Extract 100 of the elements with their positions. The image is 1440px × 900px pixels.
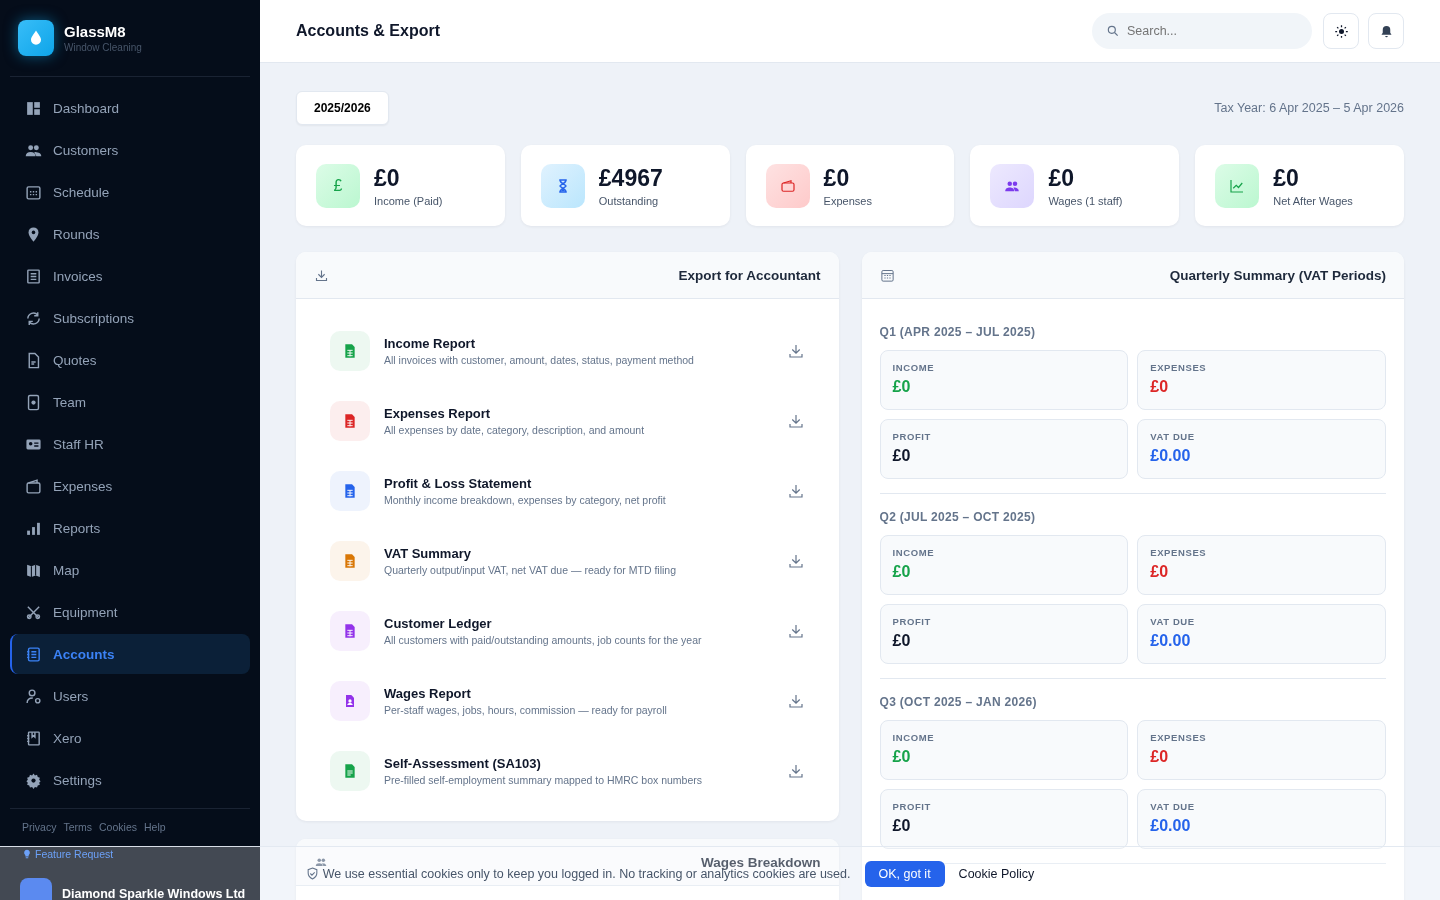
sidebar-item[interactable]: Schedule (10, 172, 250, 212)
tile-value: £0 (892, 563, 912, 581)
tile-value: £0 (1150, 378, 1170, 396)
sidebar-item[interactable]: Dashboard (10, 88, 250, 128)
tile-value: £0 (892, 378, 912, 396)
search-field[interactable]: Search... (1092, 13, 1312, 49)
wallet-icon (25, 477, 42, 495)
download-icon (786, 622, 805, 640)
quarter-label: Q1 (APR 2025 – JUL 2025) (879, 325, 1037, 339)
stat-label: Expenses (823, 194, 872, 207)
download-icon (786, 692, 805, 710)
search-icon (1106, 24, 1120, 38)
sidebar-item[interactable]: Subscriptions (10, 298, 250, 338)
sidebar-item[interactable]: Staff HR (10, 424, 250, 464)
tax-year-button[interactable]: 2025/2026 (296, 91, 389, 125)
download-button[interactable] (786, 622, 805, 640)
sun-icon (1333, 23, 1349, 39)
sidebar-item[interactable]: Customers (10, 130, 250, 170)
sidebar-item[interactable]: Invoices (10, 256, 250, 296)
report-title: Profit & Loss Statement (384, 476, 533, 491)
quarter-label: Q3 (OCT 2025 – JAN 2026) (879, 695, 1038, 709)
page-title: Accounts & Export (296, 22, 441, 40)
pound-icon: £ (333, 176, 343, 195)
sidebar-item[interactable]: Expenses (10, 466, 250, 506)
report-title: Customer Ledger (384, 616, 493, 631)
droplet-logo-icon (18, 20, 54, 56)
tile-label: PROFIT (892, 431, 932, 442)
cookie-policy-link[interactable]: Cookie Policy (958, 866, 1035, 881)
feature-request-link[interactable]: Feature Request (10, 833, 250, 860)
sidebar-item[interactable]: Team (10, 382, 250, 422)
app-tagline: Window Cleaning (64, 42, 142, 53)
tile-value: £0 (1150, 748, 1170, 766)
tile-label: PROFIT (892, 616, 932, 627)
tile-value: £0.00 (1150, 817, 1192, 835)
download-icon (786, 762, 805, 780)
tile-label: INCOME (892, 362, 936, 373)
sidebar-item[interactable]: Map (10, 550, 250, 590)
footer-link[interactable]: Cookies (99, 821, 137, 833)
stat-value: £0 (1048, 164, 1075, 192)
accept-cookies-button[interactable]: OK, got it (864, 860, 945, 887)
report-title: Self-Assessment (SA103) (384, 756, 542, 771)
sidebar-item[interactable]: Quotes (10, 340, 250, 380)
tile-value: £0 (1150, 563, 1170, 581)
settings-icon (25, 771, 42, 789)
report-title: Wages Report (384, 686, 472, 701)
download-button[interactable] (786, 342, 805, 360)
footer-link[interactable]: Terms (63, 821, 93, 833)
report-title: Expenses Report (384, 406, 492, 421)
tile-label: VAT DUE (1150, 616, 1196, 627)
tax-year-range: Tax Year: 6 Apr 2025 – 5 Apr 2026 (1214, 101, 1404, 115)
download-button[interactable] (786, 762, 805, 780)
sidebar-item[interactable]: Rounds (10, 214, 250, 254)
tile-value: £0 (892, 447, 912, 465)
user-gear-icon (25, 687, 42, 705)
panel-title: Quarterly Summary (VAT Periods) (1169, 267, 1386, 283)
calendar-icon (879, 267, 895, 283)
tile-value: £0.00 (1150, 447, 1192, 465)
report-description: Quarterly output/input VAT, net VAT due — ready for MTD filing (384, 564, 677, 576)
sidebar-item[interactable]: Settings (10, 760, 250, 800)
sidebar-item[interactable]: Equipment (10, 592, 250, 632)
sidebar-item[interactable]: Reports (10, 508, 250, 548)
download-icon (786, 552, 805, 570)
stat-value: £0 (823, 164, 851, 192)
calendar-icon (25, 183, 42, 201)
report-description: Pre-filled self-employment summary mapped to HMRC box numbers (384, 774, 704, 786)
report-description: All invoices with customer, amount, dates, status, payment method (384, 354, 695, 366)
download-button[interactable] (786, 692, 805, 710)
report-description: Per-staff wages, jobs, hours, commission — ready for payroll (384, 704, 668, 716)
dashboard-icon (25, 99, 42, 117)
download-icon (786, 482, 805, 500)
panel-title: Export for Accountant (678, 267, 821, 283)
quarter-label: Q2 (JUL 2025 – OCT 2025) (879, 510, 1037, 524)
notifications-button[interactable] (1368, 13, 1404, 49)
stat-value: £0 (374, 164, 401, 192)
download-button[interactable] (786, 552, 805, 570)
download-icon (786, 412, 805, 430)
account-name: Diamond Sparkle Windows Ltd (62, 887, 246, 900)
book-icon (25, 729, 42, 747)
download-button[interactable] (786, 482, 805, 500)
footer-link[interactable]: Help (143, 821, 166, 833)
notebook-icon (25, 645, 42, 663)
sidebar-item[interactable]: Xero (10, 718, 250, 758)
badge-icon (25, 393, 42, 411)
tile-value: £0.00 (1150, 632, 1192, 650)
stat-value: £4967 (598, 164, 663, 192)
stat-label: Net After Wages (1273, 194, 1353, 207)
invoice-icon (25, 267, 42, 285)
stat-label: Outstanding (598, 194, 660, 207)
tile-label: INCOME (892, 547, 936, 558)
tile-label: EXPENSES (1150, 732, 1208, 743)
report-title: VAT Summary (384, 546, 472, 561)
download-button[interactable] (786, 412, 805, 430)
sidebar-item[interactable]: Users (10, 676, 250, 716)
report-description: All expenses by date, category, description, and amount (384, 424, 646, 436)
report-description: All customers with paid/outstanding amounts, job counts for the year (384, 634, 703, 646)
sidebar-item[interactable]: Accounts (10, 634, 250, 674)
footer-link[interactable]: Privacy (22, 821, 57, 833)
theme-toggle-button[interactable] (1323, 13, 1359, 49)
tile-label: VAT DUE (1150, 431, 1196, 442)
refresh-icon (25, 309, 42, 327)
